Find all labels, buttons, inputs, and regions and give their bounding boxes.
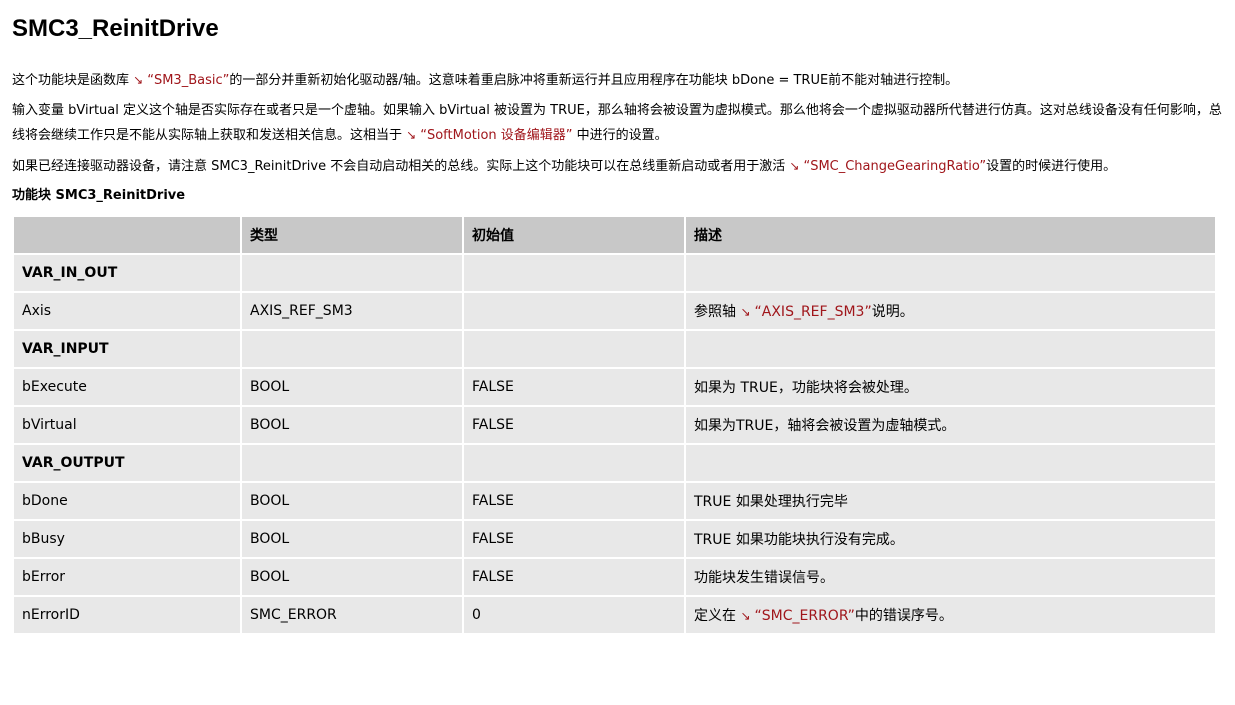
var-name: nErrorID	[14, 597, 240, 633]
var-desc: 如果为TRUE，轴将会被设置为虚轴模式。	[686, 407, 1215, 443]
var-init: FALSE	[464, 483, 684, 519]
var-init: FALSE	[464, 521, 684, 557]
parameter-table: 类型 初始值 描述 VAR_IN_OUT Axis AXIS_REF_SM3 参…	[12, 215, 1217, 635]
link-axis-ref-sm3[interactable]: “AXIS_REF_SM3”	[755, 304, 872, 320]
var-desc: TRUE 如果处理执行完毕	[686, 483, 1215, 519]
var-type: BOOL	[242, 559, 462, 595]
var-type: AXIS_REF_SM3	[242, 293, 462, 329]
var-name: bError	[14, 559, 240, 595]
header-name	[14, 217, 240, 253]
intro-paragraph: 这个功能块是函数库 ↘ “SM3_Basic”的一部分并重新初始化驱动器/轴。这意…	[12, 68, 1223, 93]
empty-cell	[464, 255, 684, 291]
var-type: BOOL	[242, 521, 462, 557]
group-label: VAR_IN_OUT	[14, 255, 240, 291]
var-type: BOOL	[242, 407, 462, 443]
var-desc: 参照轴 ↘ “AXIS_REF_SM3”说明。	[686, 293, 1215, 329]
table-row: Axis AXIS_REF_SM3 参照轴 ↘ “AXIS_REF_SM3”说明。	[14, 293, 1215, 329]
var-type: BOOL	[242, 369, 462, 405]
desc-text-post: 中的错误序号。	[854, 608, 953, 624]
empty-cell	[686, 255, 1215, 291]
link-arrow-icon: ↘	[740, 609, 751, 623]
empty-cell	[242, 445, 462, 481]
link-arrow-icon: ↘	[406, 128, 417, 142]
link-arrow-icon: ↘	[133, 73, 144, 87]
var-name: bDone	[14, 483, 240, 519]
var-name: bExecute	[14, 369, 240, 405]
var-init: FALSE	[464, 559, 684, 595]
var-init: FALSE	[464, 407, 684, 443]
var-desc: 定义在 ↘ “SMC_ERROR”中的错误序号。	[686, 597, 1215, 633]
intro-text-pre: 这个功能块是函数库	[12, 73, 130, 88]
table-row: bBusy BOOL FALSE TRUE 如果功能块执行没有完成。	[14, 521, 1215, 557]
group-label: VAR_OUTPUT	[14, 445, 240, 481]
document-page: SMC3_ReinitDrive 这个功能块是函数库 ↘ “SM3_Basic”的…	[0, 0, 1235, 635]
table-row: bError BOOL FALSE 功能块发生错误信号。	[14, 559, 1215, 595]
table-row-group: VAR_IN_OUT	[14, 255, 1215, 291]
table-caption: 功能块 SMC3_ReinitDrive	[12, 188, 186, 203]
var-init: FALSE	[464, 369, 684, 405]
desc-text-post: 说明。	[871, 304, 914, 320]
var-desc: 如果为 TRUE，功能块将会被处理。	[686, 369, 1215, 405]
header-description: 描述	[686, 217, 1215, 253]
desc-text-pre: 定义在	[694, 608, 736, 624]
desc-text-pre: 参照轴	[694, 304, 736, 320]
table-row: bExecute BOOL FALSE 如果为 TRUE，功能块将会被处理。	[14, 369, 1215, 405]
empty-cell	[464, 331, 684, 367]
link-arrow-icon: ↘	[740, 305, 751, 319]
page-title: SMC3_ReinitDrive	[12, 15, 219, 42]
header-initial-value: 初始值	[464, 217, 684, 253]
table-row: bDone BOOL FALSE TRUE 如果处理执行完毕	[14, 483, 1215, 519]
var-init	[464, 293, 684, 329]
link-sm3-basic[interactable]: “SM3_Basic”	[147, 73, 229, 88]
var-name: bVirtual	[14, 407, 240, 443]
var-type: SMC_ERROR	[242, 597, 462, 633]
empty-cell	[686, 331, 1215, 367]
link-smc-error[interactable]: “SMC_ERROR”	[755, 608, 855, 624]
intro-text-post: 的一部分并重新初始化驱动器/轴。这意味着重启脉冲将重新运行并且应用程序在功能块 …	[229, 73, 959, 88]
table-row-group: VAR_OUTPUT	[14, 445, 1215, 481]
var-desc: TRUE 如果功能块执行没有完成。	[686, 521, 1215, 557]
var-name: bBusy	[14, 521, 240, 557]
link-softmotion-editor[interactable]: “SoftMotion 设备编辑器”	[420, 128, 572, 143]
table-row-group: VAR_INPUT	[14, 331, 1215, 367]
bus-text-post: 设置的时候进行使用。	[986, 159, 1117, 174]
link-arrow-icon: ↘	[789, 159, 800, 173]
empty-cell	[464, 445, 684, 481]
virtual-text-post: 中进行的设置。	[572, 128, 668, 143]
table-header-row: 类型 初始值 描述	[14, 217, 1215, 253]
empty-cell	[242, 255, 462, 291]
bus-paragraph: 如果已经连接驱动器设备，请注意 SMC3_ReinitDrive 不会自动启动相…	[12, 154, 1223, 179]
table-row: nErrorID SMC_ERROR 0 定义在 ↘ “SMC_ERROR”中的错…	[14, 597, 1215, 633]
var-init: 0	[464, 597, 684, 633]
var-type: BOOL	[242, 483, 462, 519]
virtual-paragraph: 输入变量 bVirtual 定义这个轴是否实际存在或者只是一个虚轴。如果输入 b…	[12, 99, 1223, 148]
var-desc: 功能块发生错误信号。	[686, 559, 1215, 595]
var-name: Axis	[14, 293, 240, 329]
bus-text-pre: 如果已经连接驱动器设备，请注意 SMC3_ReinitDrive 不会自动启动相…	[12, 159, 786, 174]
group-label: VAR_INPUT	[14, 331, 240, 367]
empty-cell	[686, 445, 1215, 481]
empty-cell	[242, 331, 462, 367]
table-row: bVirtual BOOL FALSE 如果为TRUE，轴将会被设置为虚轴模式。	[14, 407, 1215, 443]
header-type: 类型	[242, 217, 462, 253]
link-change-gearing-ratio[interactable]: “SMC_ChangeGearingRatio”	[803, 159, 986, 174]
